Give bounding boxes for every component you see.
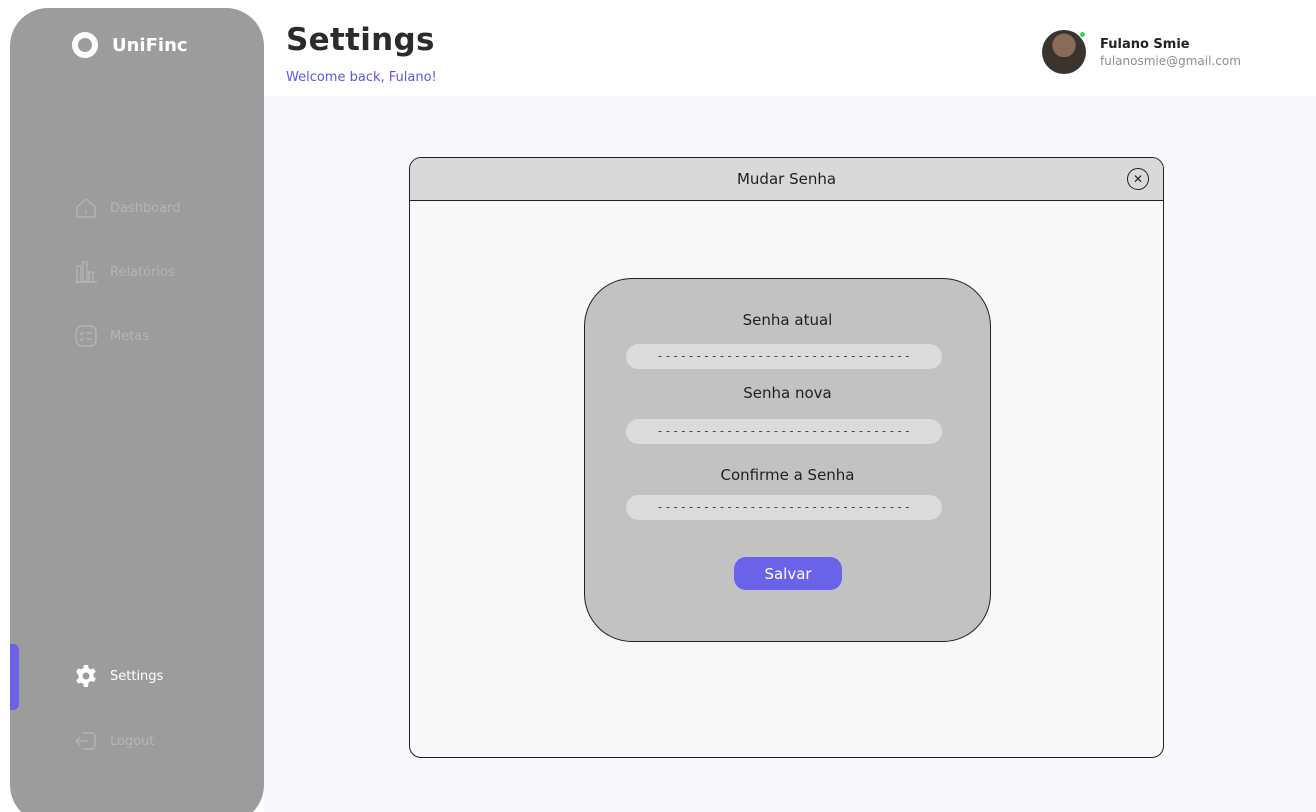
user-info: Fulano Smie fulanosmie@gmail.com	[1100, 37, 1241, 68]
modal-header: Mudar Senha ✕	[410, 158, 1163, 201]
sidebar-item-label: Settings	[110, 668, 164, 684]
new-password-label: Senha nova	[743, 384, 832, 402]
page-title: Settings	[286, 22, 435, 58]
sidebar-item-label: Metas	[110, 328, 150, 344]
logo-ring-icon	[72, 32, 98, 58]
sidebar-item-label: Logout	[110, 733, 155, 749]
sidebar-item-label: Dashboard	[110, 200, 181, 216]
close-icon[interactable]: ✕	[1127, 168, 1149, 190]
online-status-indicator	[1079, 31, 1086, 38]
password-form: Senha atual ----------------------------…	[584, 278, 991, 642]
user-email: fulanosmie@gmail.com	[1100, 53, 1241, 68]
gear-icon	[74, 664, 98, 688]
sidebar-item-dashboard[interactable]: Dashboard	[74, 196, 181, 220]
welcome-message: Welcome back, Fulano!	[286, 70, 437, 85]
sidebar-item-settings[interactable]: Settings	[74, 664, 163, 688]
save-button[interactable]: Salvar	[734, 557, 842, 590]
current-password-input[interactable]: ---------------------------------	[626, 344, 942, 369]
app-logo[interactable]: UniFinc	[72, 32, 188, 58]
checklist-icon	[74, 324, 98, 348]
logout-icon	[74, 729, 98, 753]
sidebar-item-relatorios[interactable]: Relatórios	[74, 260, 175, 284]
confirm-password-label: Confirme a Senha	[720, 466, 855, 484]
app-name: UniFinc	[112, 34, 188, 56]
confirm-password-input[interactable]: ---------------------------------	[626, 495, 942, 520]
sidebar-item-logout[interactable]: Logout	[74, 729, 155, 753]
active-nav-indicator	[10, 644, 19, 710]
avatar[interactable]	[1042, 30, 1086, 74]
home-icon	[74, 196, 98, 220]
current-password-label: Senha atual	[742, 311, 833, 329]
new-password-input[interactable]: ---------------------------------	[626, 419, 942, 444]
modal-title: Mudar Senha	[736, 170, 837, 188]
sidebar-item-metas[interactable]: Metas	[74, 324, 149, 348]
sidebar-item-label: Relatórios	[110, 264, 175, 280]
sidebar	[10, 8, 264, 812]
user-profile[interactable]: Fulano Smie fulanosmie@gmail.com	[1042, 30, 1241, 74]
change-password-modal: Mudar Senha ✕ Senha atual --------------…	[409, 157, 1164, 758]
bar-chart-icon	[74, 260, 98, 284]
user-name: Fulano Smie	[1100, 36, 1190, 52]
